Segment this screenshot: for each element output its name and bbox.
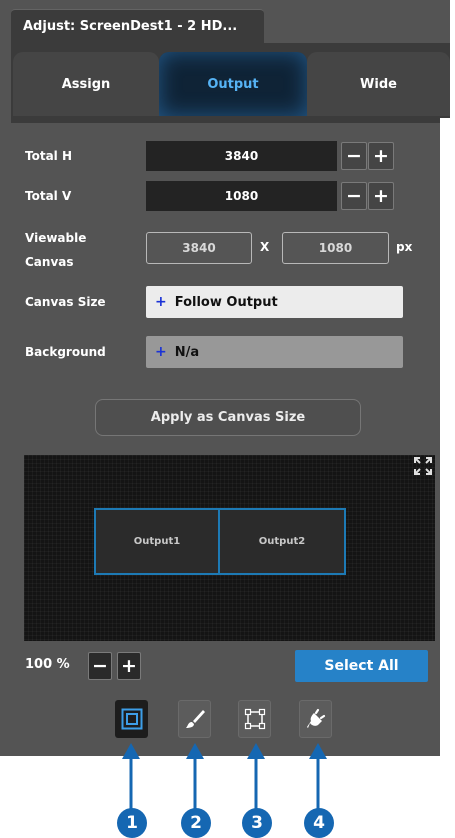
plug-tool-button[interactable] (299, 700, 332, 738)
canvas-height-field[interactable]: 1080 (282, 232, 389, 264)
tab-output[interactable]: Output (159, 52, 307, 116)
fullscreen-expand-icon[interactable] (413, 456, 433, 476)
brush-icon (185, 710, 205, 728)
window-title-tab: Adjust: ScreenDest1 - 2 HD... (11, 9, 264, 44)
canvas-width-field[interactable]: 3840 (146, 232, 252, 264)
total-v-label: Total V (25, 189, 72, 203)
crop-frame-icon (244, 708, 265, 730)
apply-canvas-size-button[interactable]: Apply as Canvas Size (95, 399, 361, 436)
dimension-separator: X (260, 240, 270, 254)
canvas-size-label: Canvas Size (25, 295, 106, 309)
total-v-increment-button[interactable]: + (368, 182, 394, 210)
total-h-increment-button[interactable]: + (368, 142, 394, 170)
zoom-out-button[interactable]: − (88, 652, 112, 680)
canvas-size-value: Follow Output (174, 294, 278, 310)
zoom-in-button[interactable]: + (117, 652, 141, 680)
background-label: Background (25, 345, 106, 359)
tab-wide[interactable]: Wide (307, 52, 450, 116)
canvas-size-dropdown[interactable]: + Follow Output (146, 286, 403, 318)
total-h-field[interactable]: 3840 (146, 141, 337, 171)
callout-arrow-4 (309, 743, 327, 809)
total-h-label: Total H (25, 149, 73, 163)
total-v-field[interactable]: 1080 (146, 181, 337, 211)
callout-number-1: 1 (117, 808, 147, 838)
callout-number-3: 3 (242, 808, 272, 838)
vertical-scrollbar[interactable] (440, 118, 450, 756)
callout-arrow-3 (247, 743, 265, 809)
brush-tool-button[interactable] (178, 700, 211, 738)
total-h-decrement-button[interactable]: − (341, 142, 367, 170)
zoom-level-label: 100 % (25, 657, 70, 672)
tab-assign[interactable]: Assign (13, 52, 159, 116)
window-title: Adjust: ScreenDest1 - 2 HD... (23, 19, 238, 34)
background-dropdown[interactable]: + N/a (146, 336, 403, 368)
viewable-canvas-label-line2: Canvas (25, 255, 74, 269)
layers-tool-button[interactable] (115, 700, 148, 738)
pixel-unit-label: px (396, 240, 413, 254)
crop-tool-button[interactable] (238, 700, 271, 738)
output2-box[interactable]: Output2 (218, 508, 346, 575)
plug-icon (306, 708, 325, 728)
total-v-decrement-button[interactable]: − (341, 182, 367, 210)
callout-number-4: 4 (304, 808, 334, 838)
plus-icon: + (155, 344, 167, 360)
viewable-canvas-label-line1: Viewable (25, 231, 87, 245)
layers-icon (121, 708, 142, 730)
output1-box[interactable]: Output1 (94, 508, 220, 575)
callout-number-2: 2 (181, 808, 211, 838)
callout-arrow-1 (122, 743, 140, 809)
callout-arrow-2 (186, 743, 204, 809)
plus-icon: + (155, 294, 167, 310)
select-all-button[interactable]: Select All (295, 650, 428, 682)
background-value: N/a (174, 344, 200, 360)
